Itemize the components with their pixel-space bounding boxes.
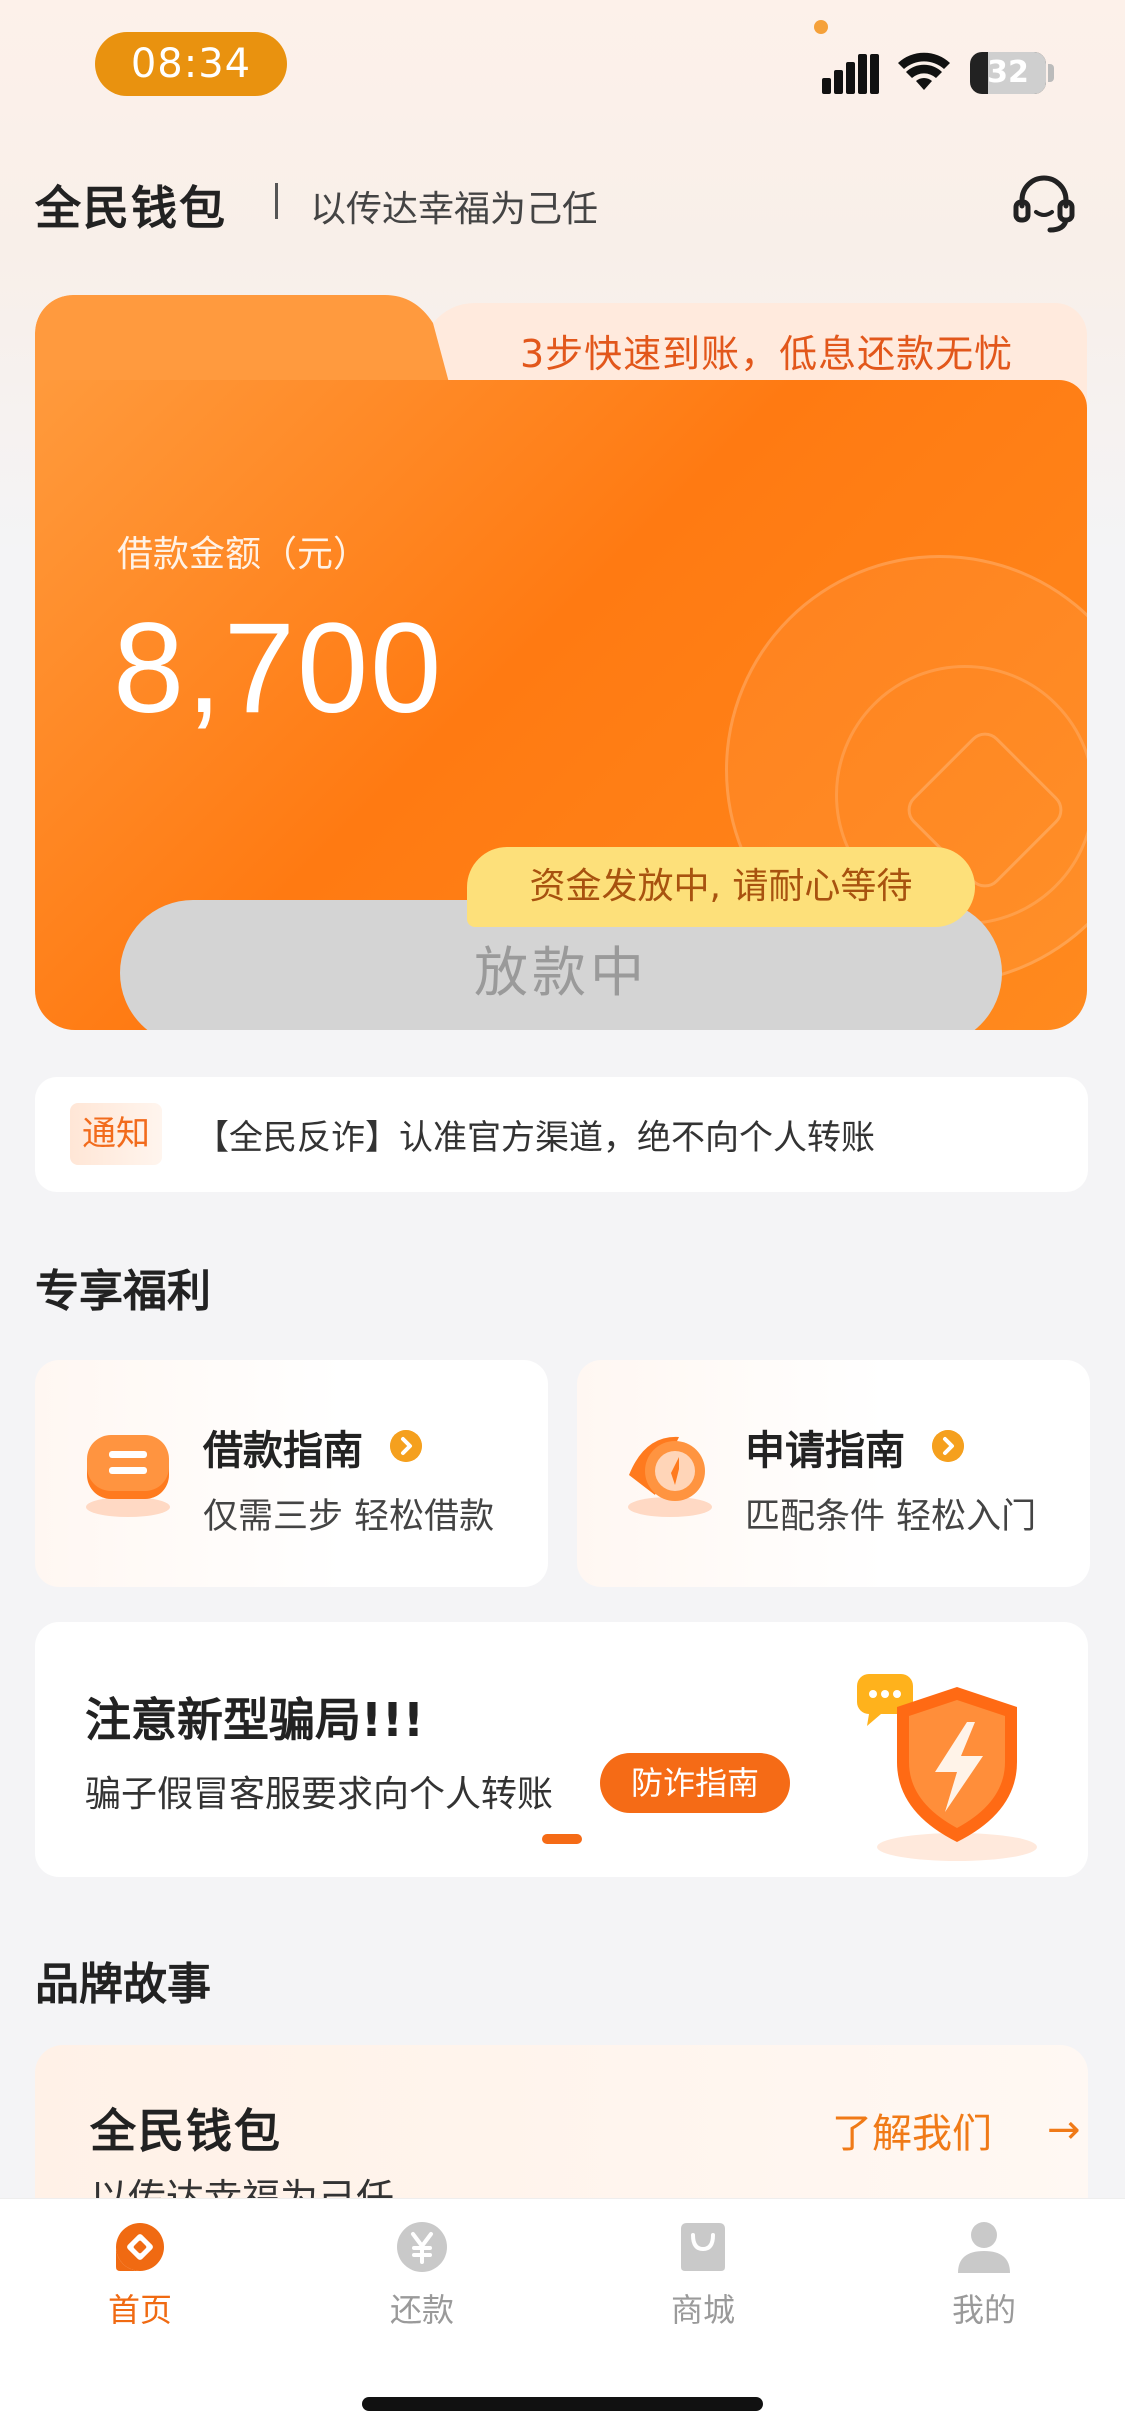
anti-fraud-guide-button[interactable]: 防诈指南 xyxy=(600,1753,790,1813)
app-title: 全民钱包 xyxy=(35,181,227,235)
home-icon xyxy=(116,2223,164,2271)
tab-home-label: 首页 xyxy=(107,2291,172,2329)
tab-shop[interactable]: 商城 xyxy=(623,2219,783,2339)
notice-tag: 通知 xyxy=(70,1103,162,1165)
title-divider xyxy=(275,183,278,219)
anti-fraud-description: 骗子假冒客服要求向个人转账 xyxy=(85,1774,554,1815)
home-indicator xyxy=(362,2397,763,2411)
battery-level: 32 xyxy=(987,55,1029,90)
loan-card-body: 借款金额（元） 8,700 放款中 资金发放中, 请耐心等待 xyxy=(35,380,1087,1030)
tab-profile[interactable]: 我的 xyxy=(904,2219,1064,2339)
carousel-page-indicator xyxy=(542,1834,582,1844)
benefits-section-title: 专享福利 xyxy=(35,1266,211,1317)
wifi-icon xyxy=(898,52,950,90)
anti-fraud-title: 注意新型骗局!!! xyxy=(85,1693,424,1747)
brand-section-title: 品牌故事 xyxy=(35,1959,211,2010)
loan-amount-label: 借款金额（元） xyxy=(117,534,370,575)
cellular-signal-icon xyxy=(822,54,879,94)
chevron-right-icon xyxy=(932,1430,964,1462)
repay-icon xyxy=(397,2222,447,2272)
shop-icon xyxy=(681,2223,725,2271)
loan-guide-subtitle: 仅需三步 轻松借款 xyxy=(203,1497,495,1537)
tab-shop-label: 商城 xyxy=(670,2291,735,2329)
customer-service-icon[interactable] xyxy=(1008,168,1080,240)
loan-guide-card[interactable]: 借款指南 仅需三步 轻松借款 xyxy=(35,1360,548,1587)
loan-guide-title: 借款指南 xyxy=(203,1428,363,1474)
privacy-indicator-dot xyxy=(814,20,828,34)
profile-icon xyxy=(958,2222,1010,2273)
loan-guide-icon xyxy=(86,1435,170,1517)
chevron-right-icon xyxy=(390,1430,422,1462)
card-tab-label: 3步快速到账，低息还款无忧 xyxy=(520,332,1014,376)
status-time: 08:34 xyxy=(95,32,287,96)
release-tip-bubble: 资金发放中, 请耐心等待 xyxy=(467,847,975,927)
arrow-right-icon: → xyxy=(1047,2107,1081,2153)
notice-bar[interactable]: 通知 【全民反诈】认准官方渠道，绝不向个人转账 xyxy=(35,1077,1088,1192)
shield-lightning-icon xyxy=(857,1674,1037,1861)
app-slogan: 以传达幸福为己任 xyxy=(310,189,599,230)
loan-card: 3步快速到账，低息还款无忧 借款金额（元） 8,700 放款中 资金发放中, 请… xyxy=(35,295,1087,1030)
apply-guide-subtitle: 匹配条件 轻松入门 xyxy=(745,1497,1037,1537)
apply-guide-title: 申请指南 xyxy=(745,1428,905,1474)
notice-text: 【全民反诈】认准官方渠道，绝不向个人转账 xyxy=(195,1118,875,1158)
compass-icon xyxy=(628,1436,712,1517)
tab-home[interactable]: 首页 xyxy=(60,2219,220,2339)
anti-fraud-banner[interactable]: 注意新型骗局!!! 骗子假冒客服要求向个人转账 防诈指南 xyxy=(35,1622,1088,1877)
tab-repay-label: 还款 xyxy=(389,2291,454,2329)
tab-profile-label: 我的 xyxy=(951,2291,1016,2329)
loan-amount-value: 8,700 xyxy=(113,597,444,740)
apply-guide-card[interactable]: 申请指南 匹配条件 轻松入门 xyxy=(577,1360,1090,1587)
battery-indicator: 32 xyxy=(970,52,1046,94)
battery-tip xyxy=(1048,64,1054,82)
about-us-link[interactable]: 了解我们 xyxy=(832,2101,992,2159)
status-bar: 08:34 32 xyxy=(0,0,1125,130)
brand-name: 全民钱包 xyxy=(90,2104,282,2158)
tab-repay[interactable]: 还款 xyxy=(342,2219,502,2339)
